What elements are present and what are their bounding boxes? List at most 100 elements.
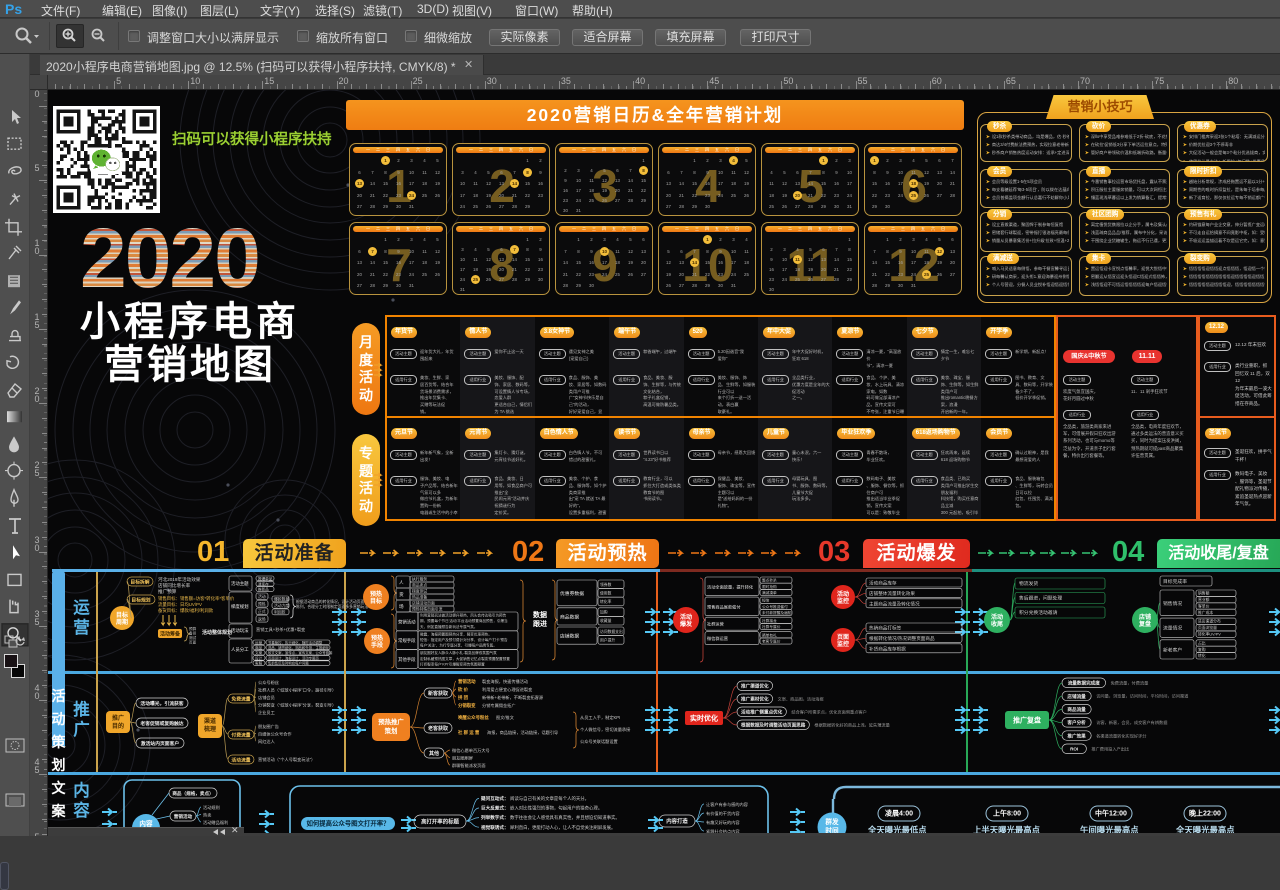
svg-text:测试: 测试 bbox=[189, 635, 197, 640]
svg-text:老客促销或复购触达: 老客促销或复购触达 bbox=[139, 720, 183, 727]
svg-text:凌晨4:00: 凌晨4:00 bbox=[885, 808, 913, 817]
svg-text:访问数据支出: 访问数据支出 bbox=[600, 629, 623, 634]
svg-text:自媒体公众号合作: 自媒体公众号合作 bbox=[258, 731, 292, 738]
svg-text:犀利直白，更能打动人心，让人不自觉关注刷屏发展。: 犀利直白，更能打动人心，让人不自觉关注刷屏发展。 bbox=[510, 824, 615, 831]
svg-text:根据数据及时调整活动页面思路: 根据数据及时调整活动页面思路 bbox=[741, 722, 806, 729]
svg-text:朋友圈好友人脉众人脉小礼-裂变品牌双氛围气氛: 朋友圈好友人脉众人脉小礼-裂变品牌双氛围气氛 bbox=[420, 650, 497, 655]
svg-text:售前售后及时响应每户问题: 售前售后及时响应每户问题 bbox=[268, 661, 309, 666]
svg-text:商品卖点: 商品卖点 bbox=[412, 582, 427, 587]
svg-text:砍 价: 砍 价 bbox=[458, 686, 469, 693]
svg-text:未付款提醒及遍知: 未付款提醒及遍知 bbox=[762, 610, 792, 615]
svg-text:文案、商品图，活动海报: 文案、商品图，活动海报 bbox=[778, 696, 825, 703]
svg-text:设计: 设计 bbox=[255, 655, 263, 660]
svg-text:销售情况: 销售情况 bbox=[1163, 600, 1182, 607]
svg-text:目标规划: 目标规划 bbox=[131, 596, 150, 603]
svg-text:物流发货: 物流发货 bbox=[1019, 580, 1038, 587]
svg-text:活动推广侧重点优化: 活动推广侧重点优化 bbox=[741, 709, 783, 716]
svg-text:流量目标：日均UV/PV: 流量目标：日均UV/PV bbox=[158, 601, 202, 608]
svg-text:渠道: 渠道 bbox=[204, 717, 216, 725]
svg-text:店铺流量: 店铺流量 bbox=[1066, 693, 1086, 700]
svg-text:手段: 手段 bbox=[371, 641, 383, 649]
svg-text:页面: 页面 bbox=[189, 640, 197, 645]
svg-text:备货: 备货 bbox=[189, 631, 197, 636]
svg-text:推广素材优化: 推广素材优化 bbox=[741, 696, 769, 703]
svg-text:结合客户所需求点，优化页面侧重点客户: 结合客户所需求点，优化页面侧重点客户 bbox=[791, 709, 866, 716]
svg-text:梯度规划: 梯度规划 bbox=[231, 603, 249, 610]
svg-text:优惠券数据: 优惠券数据 bbox=[560, 590, 584, 597]
svg-text:利用爱占便宜心理促进裂变: 利用爱占便宜心理促进裂变 bbox=[482, 686, 532, 693]
svg-text:营销活动: 营销活动 bbox=[398, 618, 416, 625]
svg-text:页面设计，海报设计，活动专题页: 页面设计，海报设计，活动专题页 bbox=[268, 655, 319, 660]
svg-text:分销裂变: 分销裂变 bbox=[458, 702, 476, 709]
svg-text:营销活动: 营销活动 bbox=[174, 813, 193, 820]
svg-text:公众号关联话题设置: 公众号关联话题设置 bbox=[580, 738, 618, 745]
svg-text:进店渠道分布: 进店渠道分布 bbox=[1198, 619, 1221, 624]
svg-text:文案: 文案 bbox=[255, 650, 263, 655]
svg-text:活动主题: 活动主题 bbox=[231, 580, 249, 587]
svg-text:推广渠道优化: 推广渠道优化 bbox=[741, 683, 769, 690]
svg-text:期，预置每个节日'活动'平台活动预置商品预售，引爆当: 期，预置每个节日'活动'平台活动预置商品预售，引爆当 bbox=[420, 618, 508, 623]
svg-text:老客专属价: 老客专属价 bbox=[762, 639, 781, 644]
svg-text:店铺数据: 店铺数据 bbox=[560, 633, 579, 640]
svg-text:策划: 策划 bbox=[384, 726, 398, 735]
svg-text:让客户有参与感的内容: 让客户有参与感的内容 bbox=[706, 801, 748, 808]
svg-text:晒单有礼: 晒单有礼 bbox=[762, 632, 777, 637]
svg-text:免费流量，付费流量: 免费流量，付费流量 bbox=[1111, 680, 1149, 687]
svg-text:货: 货 bbox=[399, 591, 404, 598]
svg-text:推广预算: 推广预算 bbox=[158, 588, 177, 595]
svg-text:活动规则: 活动规则 bbox=[203, 804, 220, 811]
svg-text:复购: 复购 bbox=[1198, 647, 1206, 652]
svg-text:阅读与自己有关的文章是每个人的天分。: 阅读与自己有关的文章是每个人的天分。 bbox=[510, 795, 589, 802]
svg-text:场: 场 bbox=[399, 603, 404, 610]
svg-text:使用数: 使用数 bbox=[600, 590, 612, 595]
svg-text:热卖: 热卖 bbox=[203, 812, 211, 819]
svg-text:周期: 周期 bbox=[116, 618, 128, 626]
svg-text:分销裂变（“绽放小程序”分享，裂变引导）: 分销裂变（“绽放小程序”分享，裂变引导） bbox=[258, 702, 336, 709]
svg-text:根据数据转化好的商品上浅，延失薄流量: 根据数据转化好的商品上浅，延失薄流量 bbox=[814, 722, 889, 729]
svg-text:朋友圈刷屏: 朋友圈刷屏 bbox=[452, 755, 473, 762]
svg-text:推新品: 推新品 bbox=[258, 587, 269, 592]
svg-text:访客，新客，会员，成交客户有辨数据: 访客，新客，会员，成交客户有辨数据 bbox=[1096, 719, 1167, 726]
svg-text:推爆单品: 推爆单品 bbox=[258, 576, 273, 581]
svg-text:正式: 正式 bbox=[258, 609, 266, 614]
svg-text:活动流量: 活动流量 bbox=[231, 756, 250, 763]
svg-text:热品准备: 热品准备 bbox=[412, 594, 427, 599]
svg-text:补货商品库存根据: 补货商品库存根据 bbox=[869, 645, 906, 652]
svg-text:免费流量: 免费流量 bbox=[231, 695, 250, 702]
svg-text:其他手段: 其他手段 bbox=[398, 656, 416, 663]
svg-text:目标拆解: 目标拆解 bbox=[130, 578, 149, 585]
svg-text:陈列，合理分工时限制定页面多多营销玩法: 陈列，合理分工时限制定页面多多营销玩法 bbox=[296, 604, 368, 609]
svg-text:跟进: 跟进 bbox=[533, 619, 547, 628]
svg-text:各渠道流量转化实现好评分: 各渠道流量转化实现好评分 bbox=[1096, 732, 1147, 739]
svg-text:客户分析: 客户分析 bbox=[1066, 719, 1086, 726]
svg-text:整点秒杀: 整点秒杀 bbox=[762, 578, 777, 583]
svg-text:活动: 活动 bbox=[680, 613, 692, 621]
svg-text:内容打造: 内容打造 bbox=[666, 817, 688, 825]
svg-text:利润款: 利润款 bbox=[274, 610, 286, 615]
svg-text:图文/推文: 图文/推文 bbox=[496, 714, 515, 721]
svg-text:梳理: 梳理 bbox=[203, 725, 216, 733]
svg-text:客服: 客服 bbox=[255, 661, 263, 666]
svg-text:活动整体规划: 活动整体规划 bbox=[202, 629, 232, 636]
svg-text:页面: 页面 bbox=[837, 633, 849, 641]
svg-text:个人微信号，密切流量承接: 个人微信号，密切流量承接 bbox=[580, 726, 631, 733]
svg-text:活动全面放量，提升转化: 活动全面放量，提升转化 bbox=[707, 583, 754, 590]
svg-text:社群运营: 社群运营 bbox=[707, 621, 724, 628]
svg-text:分销专属佣金拓广: 分销专属佣金拓广 bbox=[482, 702, 516, 709]
svg-text:裂变海报，快速传播活动: 裂变海报，快速传播活动 bbox=[482, 678, 528, 685]
svg-text:执行服务: 执行服务 bbox=[412, 576, 427, 581]
svg-text:收尾: 收尾 bbox=[991, 620, 1003, 628]
svg-text:嵌入对比性强烈的事物，勾起用户的猎奇心理。: 嵌入对比性强烈的事物，勾起用户的猎奇心理。 bbox=[510, 805, 602, 812]
svg-text:朋友圈广告: 朋友圈广告 bbox=[258, 723, 279, 730]
svg-text:中午12:00: 中午12:00 bbox=[1095, 808, 1127, 817]
svg-text:监控: 监控 bbox=[837, 640, 849, 648]
svg-text:店铺整体流量转化效果: 店铺整体流量转化效果 bbox=[869, 590, 915, 597]
svg-text:主题商品流量及转化情况: 主题商品流量及转化情况 bbox=[869, 600, 920, 607]
svg-text:新客获取: 新客获取 bbox=[428, 690, 448, 697]
svg-text:目标完成率: 目标完成率 bbox=[1163, 578, 1187, 585]
svg-text:活动玩法: 活动玩法 bbox=[231, 627, 249, 634]
svg-text:推广费用投入产出比: 推广费用投入产出比 bbox=[1091, 746, 1129, 753]
svg-text:运营: 运营 bbox=[255, 640, 263, 645]
svg-text:营销活动（“个人号裂变玩法”）: 营销活动（“个人号裂变玩法”） bbox=[258, 756, 315, 763]
svg-text:爆款数量: 爆款数量 bbox=[274, 597, 289, 602]
